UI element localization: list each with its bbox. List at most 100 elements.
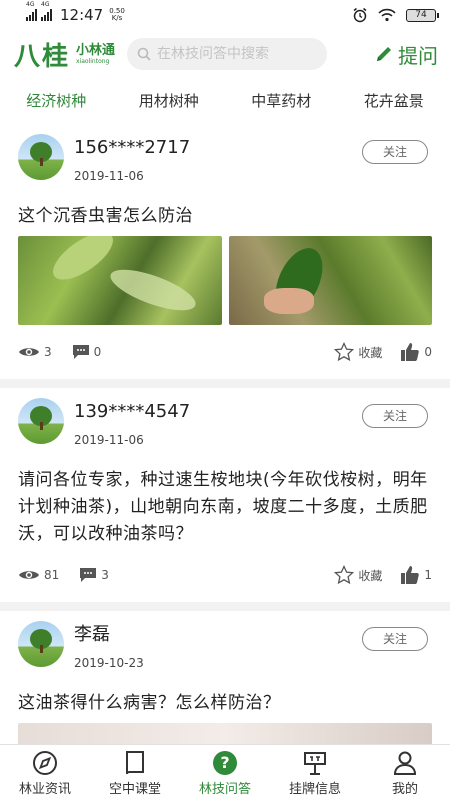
view-count-value: 81 bbox=[44, 568, 60, 582]
logo-sub-en: xiaolintong bbox=[76, 57, 110, 65]
clock: 12:47 bbox=[60, 6, 104, 24]
collect-label: 收藏 bbox=[358, 568, 383, 583]
post-images bbox=[18, 723, 432, 744]
app-header: 八桂 小林通 xiaolintong 提问 bbox=[0, 30, 450, 78]
eye-icon bbox=[19, 348, 39, 356]
post-image[interactable] bbox=[18, 236, 222, 325]
post-images bbox=[18, 236, 432, 325]
bottom-tab-bar: 林业资讯 空中课堂 ? 林技问答 挂牌信息 我的 bbox=[0, 744, 450, 800]
tab-label: 我的 bbox=[391, 782, 418, 797]
comment-icon bbox=[72, 345, 89, 359]
signal-icon: 4G bbox=[26, 1, 37, 21]
like-button[interactable]: 0 bbox=[400, 342, 432, 362]
app-screen: 4G 4G 12:47 0.50 K/s 74 八桂 小林通 xiaolinto… bbox=[0, 0, 450, 800]
pencil-icon bbox=[377, 47, 391, 61]
signal-icon: 4G bbox=[41, 1, 52, 21]
thumbs-up-icon bbox=[401, 566, 420, 584]
collect-label: 收藏 bbox=[358, 345, 383, 360]
tab-listing-info[interactable]: 挂牌信息 bbox=[270, 745, 360, 800]
question-card[interactable]: 李磊 2019-10-23 关注 这油茶得什么病害？怎么样防治？ bbox=[0, 611, 450, 744]
search-bar[interactable] bbox=[127, 38, 328, 70]
tab-label: 挂牌信息 bbox=[288, 782, 341, 797]
star-icon bbox=[334, 565, 355, 585]
post-header: 156****2717 2019-11-06 关注 bbox=[18, 134, 432, 194]
collect-button[interactable]: 收藏 bbox=[334, 342, 382, 362]
like-count: 1 bbox=[424, 568, 432, 582]
network-speed: 0.50 K/s bbox=[109, 8, 125, 22]
ask-question-button[interactable]: 提问 bbox=[374, 40, 438, 69]
post-image[interactable] bbox=[228, 236, 432, 325]
user-info: 156****2717 2019-11-06 bbox=[74, 134, 190, 183]
avatar[interactable] bbox=[18, 398, 64, 444]
tab-label: 林业资讯 bbox=[18, 782, 71, 797]
search-icon bbox=[137, 47, 151, 61]
question-text[interactable]: 这个沉香虫害怎么防治 bbox=[18, 203, 432, 230]
user-info: 李磊 2019-10-23 bbox=[74, 621, 144, 670]
avatar[interactable] bbox=[18, 134, 64, 180]
signboard-icon bbox=[304, 752, 326, 775]
category-tabs: 经济树种 用材树种 中草药材 花卉盆景 bbox=[0, 78, 450, 124]
user-icon bbox=[393, 751, 417, 775]
post-actions: 3 0 收藏 0 bbox=[18, 325, 432, 379]
view-count: 3 bbox=[18, 345, 52, 359]
speed-unit: K/s bbox=[111, 14, 123, 22]
star-icon bbox=[334, 342, 355, 362]
post-image[interactable] bbox=[18, 723, 432, 744]
question-text[interactable]: 这油茶得什么病害？怎么样防治？ bbox=[18, 690, 432, 717]
post-header: 李磊 2019-10-23 关注 bbox=[18, 621, 432, 681]
question-card[interactable]: 139****4547 2019-11-06 关注 请问各位专家，种过速生桉地块… bbox=[0, 388, 450, 602]
post-actions: 81 3 收藏 1 bbox=[18, 548, 432, 602]
like-button[interactable]: 1 bbox=[400, 565, 432, 585]
tab-herbal-medicine[interactable]: 中草药材 bbox=[225, 78, 338, 124]
app-logo: 八桂 小林通 xiaolintong bbox=[14, 36, 115, 73]
logo-main-text: 八桂 bbox=[14, 41, 71, 72]
thumbs-up-icon bbox=[401, 343, 420, 361]
alarm-icon bbox=[353, 7, 367, 23]
post-date: 2019-10-23 bbox=[74, 656, 144, 670]
comment-button[interactable]: 3 bbox=[79, 567, 109, 583]
post-header: 139****4547 2019-11-06 关注 bbox=[18, 398, 432, 458]
follow-button[interactable]: 关注 bbox=[362, 627, 428, 651]
tab-timber-trees[interactable]: 用材树种 bbox=[113, 78, 226, 124]
username[interactable]: 李磊 bbox=[74, 622, 144, 648]
wifi-icon bbox=[378, 8, 396, 22]
comment-button[interactable]: 0 bbox=[72, 344, 102, 360]
comment-count: 3 bbox=[101, 568, 109, 582]
tab-flowers-bonsai[interactable]: 花卉盆景 bbox=[338, 78, 450, 124]
question-icon: ? bbox=[213, 751, 237, 775]
tab-online-class[interactable]: 空中课堂 bbox=[90, 745, 180, 800]
tab-economic-trees[interactable]: 经济树种 bbox=[0, 78, 113, 124]
tab-forestry-news[interactable]: 林业资讯 bbox=[0, 745, 90, 800]
ask-label: 提问 bbox=[398, 43, 438, 68]
tab-mine[interactable]: 我的 bbox=[360, 745, 450, 800]
question-card[interactable]: 156****2717 2019-11-06 关注 这个沉香虫害怎么防治 3 0… bbox=[0, 124, 450, 379]
tab-forestry-qa[interactable]: ? 林技问答 bbox=[180, 745, 270, 800]
username[interactable]: 156****2717 bbox=[74, 135, 190, 161]
network-type-label: 4G bbox=[41, 1, 50, 8]
follow-button[interactable]: 关注 bbox=[362, 404, 428, 428]
question-feed[interactable]: 156****2717 2019-11-06 关注 这个沉香虫害怎么防治 3 0… bbox=[0, 124, 450, 744]
tab-label: 空中课堂 bbox=[108, 782, 161, 797]
collect-button[interactable]: 收藏 bbox=[334, 565, 382, 585]
post-date: 2019-11-06 bbox=[74, 433, 144, 447]
avatar[interactable] bbox=[18, 621, 64, 667]
tab-label: 林技问答 bbox=[198, 782, 251, 797]
view-count: 81 bbox=[18, 568, 59, 582]
network-type-label: 4G bbox=[26, 1, 35, 8]
battery-level: 74 bbox=[415, 10, 427, 20]
comment-count: 0 bbox=[93, 345, 102, 359]
post-date: 2019-11-06 bbox=[74, 169, 144, 183]
view-count-value: 3 bbox=[44, 345, 52, 359]
compass-icon bbox=[33, 751, 57, 775]
username[interactable]: 139****4547 bbox=[74, 399, 190, 425]
status-right: 74 bbox=[352, 7, 439, 23]
user-info: 139****4547 2019-11-06 bbox=[74, 398, 190, 447]
logo-sub-cn: 小林通 bbox=[76, 42, 116, 58]
question-text[interactable]: 请问各位专家，种过速生桉地块(今年砍伐桉树，明年计划种油茶)，山地朝向东南，坡度… bbox=[18, 467, 432, 548]
status-bar: 4G 4G 12:47 0.50 K/s 74 bbox=[0, 0, 450, 30]
battery-icon: 74 bbox=[406, 8, 439, 22]
book-icon bbox=[126, 751, 144, 775]
follow-button[interactable]: 关注 bbox=[362, 140, 428, 164]
comment-icon bbox=[80, 568, 97, 582]
search-input[interactable] bbox=[157, 46, 318, 62]
